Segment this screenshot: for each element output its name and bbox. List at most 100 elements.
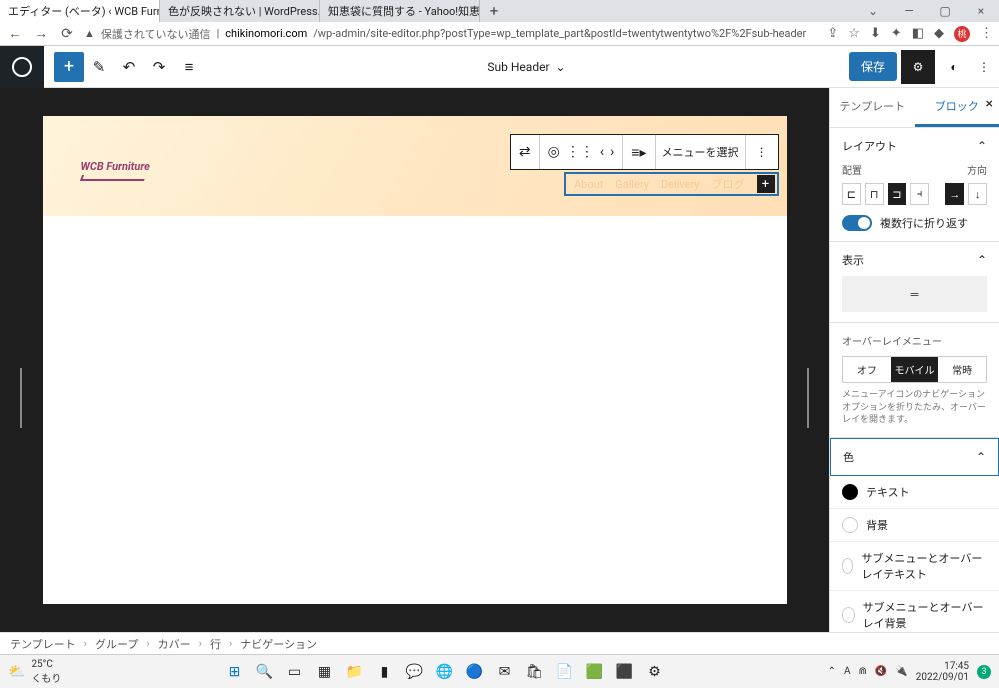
download-icon[interactable]: ⬇ <box>870 26 881 41</box>
menu-select-dropdown[interactable]: メニューを選択 <box>656 135 746 169</box>
kebab-icon[interactable]: ⋮ <box>746 135 778 169</box>
align-icon[interactable]: ≡▸ <box>623 135 655 169</box>
nav-link[interactable]: Gallery <box>615 178 649 191</box>
overlay-always-button[interactable]: 常時 <box>938 357 986 382</box>
ime-icon[interactable]: A <box>844 666 851 677</box>
nav-link[interactable]: Delivery <box>661 178 700 191</box>
chrome-icon[interactable]: 🌐 <box>433 660 457 684</box>
kebab-icon[interactable]: ⋮ <box>969 60 999 74</box>
nav-link[interactable]: ブログ <box>712 176 745 192</box>
color-background-row[interactable]: 背景 <box>830 509 999 542</box>
add-block-button[interactable]: + <box>54 52 84 82</box>
save-button[interactable]: 保存 <box>849 52 897 81</box>
widgets-icon[interactable]: ▦ <box>313 660 337 684</box>
breadcrumb-item[interactable]: カバー <box>158 636 191 652</box>
chat-icon[interactable]: 💬 <box>403 660 427 684</box>
url-field[interactable]: ▲ 保護されていない通信 | chikinomori.com/wp-admin/… <box>84 26 819 42</box>
navigation-icon[interactable]: ◎ <box>548 144 560 160</box>
extension-icon[interactable]: ◆ <box>934 26 944 41</box>
browser-tab[interactable]: エディター (ベータ) ‹ WCB Furniture × <box>0 0 160 22</box>
overlay-off-button[interactable]: オフ <box>843 357 891 382</box>
wordpress-logo[interactable] <box>0 46 44 88</box>
close-icon[interactable]: × <box>963 4 999 18</box>
puzzle-icon[interactable]: ✦ <box>891 26 902 41</box>
justify-center-button[interactable]: ⊓ <box>865 183 884 205</box>
breadcrumb-item[interactable]: ナビゲーション <box>240 636 317 652</box>
app-icon[interactable]: ⬛ <box>613 660 637 684</box>
wifi-icon[interactable]: ⋒ <box>858 666 866 677</box>
color-submenu-text-row[interactable]: サブメニューとオーバーレイテキスト <box>830 542 999 591</box>
weather-widget[interactable]: ⛅ 25°C くもり <box>8 659 61 685</box>
color-submenu-bg-row[interactable]: サブメニューとオーバーレイ背景 <box>830 591 999 632</box>
extension-icon[interactable]: ◧ <box>912 26 924 41</box>
reload-icon[interactable]: ⟳ <box>58 26 76 42</box>
tab-template[interactable]: テンプレート <box>830 88 915 127</box>
store-icon[interactable]: 🛍 <box>523 660 547 684</box>
chevron-right-icon[interactable]: › <box>610 144 614 160</box>
header-template-part[interactable]: WCB Furniture ⇄ ◎ ⋮⋮ ‹ › ≡▸ メニューを選択 ⋮ <box>43 116 787 216</box>
panel-header[interactable]: レイアウト ⌃ <box>842 138 987 154</box>
chevron-down-icon[interactable]: ⌄ <box>855 4 891 18</box>
battery-icon[interactable]: 🔌 <box>895 666 907 677</box>
add-nav-item-button[interactable]: + <box>757 175 775 193</box>
justify-left-button[interactable]: ⊏ <box>842 183 861 205</box>
editor-canvas[interactable]: WCB Furniture ⇄ ◎ ⋮⋮ ‹ › ≡▸ メニューを選択 ⋮ <box>43 116 787 604</box>
browser-tab[interactable]: 色が反映されない | WordPress.org × <box>160 0 320 22</box>
wrap-toggle[interactable] <box>842 215 872 231</box>
notification-badge[interactable]: 3 <box>977 665 991 679</box>
document-title[interactable]: Sub Header ⌄ <box>204 60 849 74</box>
panel-header[interactable]: 表示 ⌃ <box>842 252 987 268</box>
overlay-mobile-button[interactable]: モバイル <box>891 357 939 382</box>
color-text-row[interactable]: テキスト <box>830 476 999 509</box>
editor-canvas-area: WCB Furniture ⇄ ◎ ⋮⋮ ‹ › ≡▸ メニューを選択 ⋮ <box>0 88 829 632</box>
list-view-icon[interactable]: ≡ <box>174 52 204 82</box>
browser-tab[interactable]: 知恵袋に質問する - Yahoo!知恵袋 × <box>320 0 480 22</box>
redo-icon[interactable]: ↷ <box>144 52 174 82</box>
navigation-block-icon[interactable]: ⇄ <box>511 135 540 169</box>
undo-icon[interactable]: ↶ <box>114 52 144 82</box>
volume-icon[interactable]: 🔇 <box>875 666 887 677</box>
task-view-icon[interactable]: ▭ <box>283 660 307 684</box>
justify-between-button[interactable]: ⫞ <box>910 183 929 205</box>
justify-right-button[interactable]: ⊐ <box>888 183 907 205</box>
app-icon[interactable]: 🟩 <box>583 660 607 684</box>
maximize-icon[interactable]: ▢ <box>927 4 963 18</box>
mail-icon[interactable]: ✉ <box>493 660 517 684</box>
start-button[interactable]: ⊞ <box>223 660 247 684</box>
chevron-up-icon[interactable]: ⌃ <box>828 666 836 677</box>
breadcrumb-item[interactable]: テンプレート <box>10 636 76 652</box>
edge-icon[interactable]: 🔵 <box>463 660 487 684</box>
navigation-block[interactable]: About Gallery Delivery ブログ + <box>564 172 779 196</box>
search-icon[interactable]: 🔍 <box>253 660 277 684</box>
styles-icon[interactable]: ◐ <box>939 60 969 74</box>
kebab-icon[interactable]: ⋮ <box>980 26 993 41</box>
minimize-icon[interactable]: — <box>891 4 927 18</box>
settings-icon[interactable]: ⚙ <box>901 50 935 84</box>
breadcrumb-item[interactable]: 行 <box>210 636 221 652</box>
close-icon[interactable]: × <box>986 96 993 112</box>
office-icon[interactable]: 📄 <box>553 660 577 684</box>
direction-vertical-button[interactable]: ↓ <box>968 183 987 205</box>
star-icon[interactable]: ☆ <box>848 26 860 41</box>
profile-avatar[interactable]: 桃 <box>954 26 970 42</box>
display-preview[interactable]: ═ <box>842 276 987 312</box>
scroll-handle[interactable] <box>807 368 809 428</box>
block-toolbar: ⇄ ◎ ⋮⋮ ‹ › ≡▸ メニューを選択 ⋮ <box>510 134 779 170</box>
nav-link[interactable]: About <box>574 178 603 191</box>
drag-handle-icon[interactable]: ⋮⋮ <box>566 144 594 160</box>
back-icon[interactable]: ← <box>6 25 24 42</box>
new-tab-button[interactable]: + <box>480 2 508 20</box>
forward-icon[interactable]: → <box>32 25 50 42</box>
edit-icon[interactable]: ✎ <box>84 52 114 82</box>
scroll-handle[interactable] <box>20 368 22 428</box>
direction-horizontal-button[interactable]: → <box>945 183 964 205</box>
app-icon[interactable]: ▮ <box>373 660 397 684</box>
share-icon[interactable]: ⇪ <box>827 26 838 41</box>
chevron-left-icon[interactable]: ‹ <box>600 144 604 160</box>
clock[interactable]: 17:45 2022/09/01 <box>916 661 969 683</box>
panel-header[interactable]: 色 ⌃ <box>831 439 998 475</box>
explorer-icon[interactable]: 📁 <box>343 660 367 684</box>
site-logo[interactable]: WCB Furniture <box>81 160 150 181</box>
settings-icon[interactable]: ⚙ <box>643 660 667 684</box>
breadcrumb-item[interactable]: グループ <box>95 636 138 652</box>
